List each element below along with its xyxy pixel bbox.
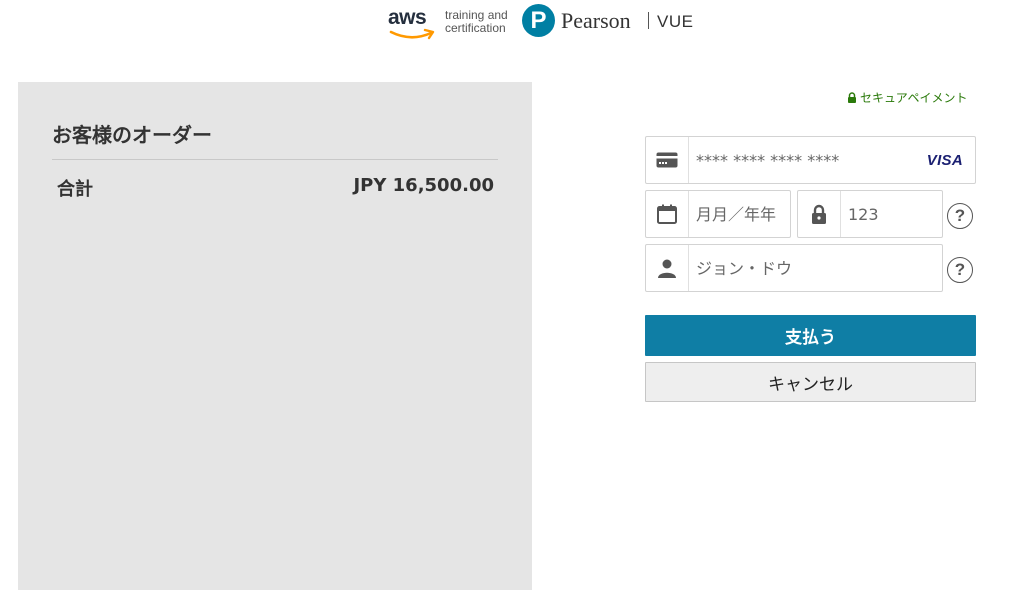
secure-payment-label: セキュアペイメント bbox=[847, 89, 968, 106]
secure-payment-text: セキュアペイメント bbox=[860, 91, 968, 105]
card-icon-cell bbox=[646, 137, 689, 183]
total-amount: JPY 16,500.00 bbox=[353, 175, 494, 196]
logo-separator bbox=[648, 12, 649, 29]
expiry-icon-cell bbox=[646, 191, 689, 237]
order-divider bbox=[52, 159, 498, 160]
order-title: お客様のオーダー bbox=[52, 123, 212, 147]
aws-tagline: training and certification bbox=[445, 9, 508, 35]
credit-card-icon bbox=[656, 152, 678, 168]
card-number-field[interactable]: VISA bbox=[645, 136, 976, 184]
pearson-logo-icon: P bbox=[522, 4, 555, 37]
pearson-wordmark: Pearson bbox=[561, 8, 631, 33]
cvv-input[interactable] bbox=[841, 191, 942, 237]
padlock-icon bbox=[848, 92, 856, 103]
pay-button[interactable]: 支払う bbox=[645, 315, 976, 356]
name-help-icon[interactable]: ? bbox=[947, 257, 973, 283]
aws-logo: aws bbox=[388, 6, 438, 40]
cancel-button[interactable]: キャンセル bbox=[645, 362, 976, 402]
calendar-icon bbox=[657, 204, 677, 224]
expiry-input[interactable] bbox=[689, 191, 790, 237]
cardholder-name-field[interactable] bbox=[645, 244, 943, 292]
aws-wordmark: aws bbox=[388, 6, 427, 29]
cvv-help-icon[interactable]: ? bbox=[947, 203, 973, 229]
cvv-icon-cell bbox=[798, 191, 841, 237]
order-summary-panel: お客様のオーダー 合計 JPY 16,500.00 bbox=[18, 82, 532, 590]
header: aws training and certification P Pearson… bbox=[0, 0, 1024, 50]
name-icon-cell bbox=[646, 245, 689, 291]
card-number-input[interactable] bbox=[689, 137, 927, 183]
aws-tagline-line2: certification bbox=[445, 21, 506, 35]
aws-smile-icon bbox=[389, 28, 435, 40]
user-icon bbox=[658, 259, 676, 278]
cvv-field[interactable] bbox=[797, 190, 943, 238]
lock-icon bbox=[812, 204, 826, 224]
vue-wordmark: VUE bbox=[657, 12, 694, 31]
cardholder-name-input[interactable] bbox=[689, 245, 942, 291]
total-label: 合計 bbox=[57, 179, 93, 200]
visa-logo: VISA bbox=[926, 151, 963, 169]
expiry-field[interactable] bbox=[645, 190, 791, 238]
